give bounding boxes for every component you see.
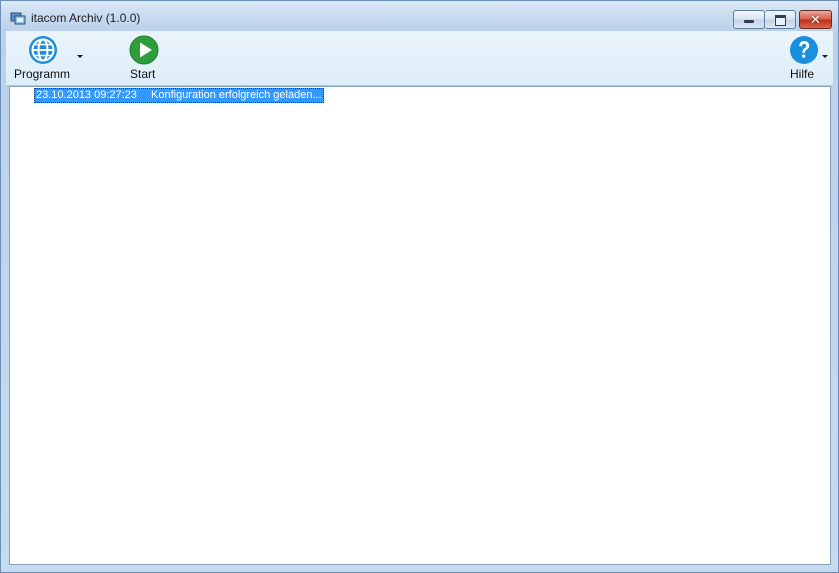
hilfe-button[interactable]: Hilfe [784,31,832,85]
log-message: Konfiguration erfolgreich geladen... [151,89,322,101]
window-bottom-frame [1,565,838,573]
globe-icon [29,36,57,64]
close-button[interactable]: ✕ [799,10,832,29]
title-bar[interactable]: itacom Archiv (1.0.0) ✕ [1,1,838,31]
main-window: itacom Archiv (1.0.0) ✕ Programm Start H… [0,0,839,573]
list-item[interactable]: 23.10.2013 09:27:23 Konfiguration erfolg… [34,88,324,103]
maximize-icon [775,15,786,26]
minimize-icon [744,20,754,23]
start-button[interactable]: Start [124,31,164,85]
maximize-button[interactable] [765,10,796,29]
minimize-button[interactable] [733,10,765,29]
play-icon [129,35,159,65]
log-timestamp: 23.10.2013 09:27:23 [36,89,137,101]
programm-button[interactable]: Programm [8,31,86,85]
window-title: itacom Archiv (1.0.0) [31,11,141,25]
hilfe-dropdown-icon[interactable] [822,55,828,58]
log-list[interactable]: 23.10.2013 09:27:23 Konfiguration erfolg… [9,86,831,565]
app-icon [10,12,26,25]
start-label: Start [130,67,156,81]
toolbar: Programm Start Hilfe [6,31,833,86]
hilfe-label: Hilfe [790,67,815,81]
programm-dropdown-icon[interactable] [77,55,83,58]
close-icon: ✕ [810,12,821,27]
help-icon [790,36,818,64]
programm-label: Programm [14,67,71,81]
